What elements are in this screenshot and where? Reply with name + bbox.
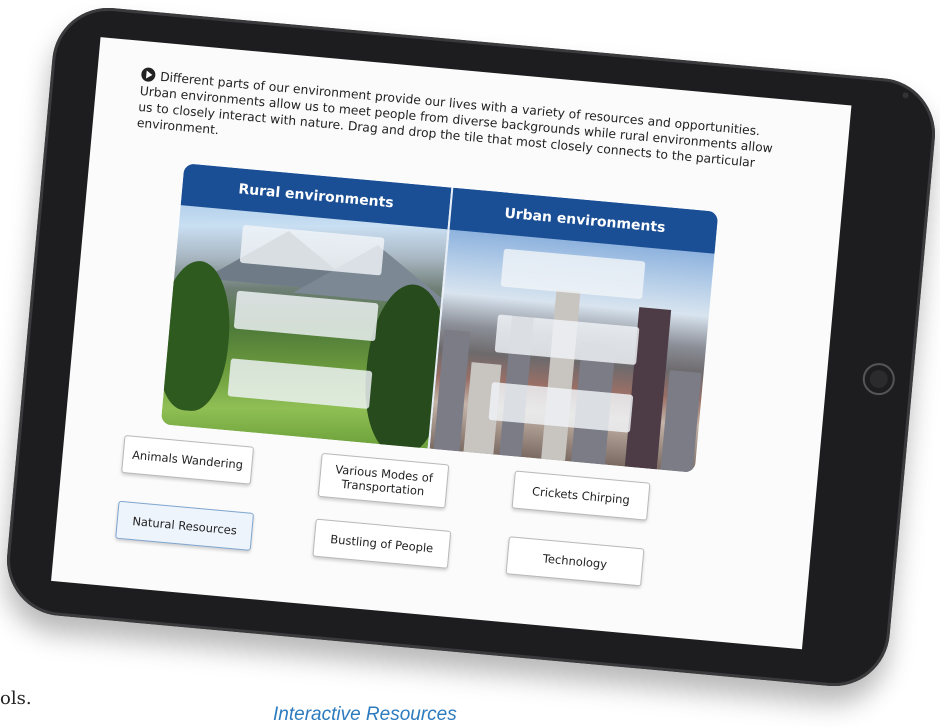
urban-column-header: Urban environments — [449, 187, 719, 254]
rural-column: Rural environments — [160, 163, 458, 458]
tablet-device: Different parts of our environment provi… — [2, 3, 940, 691]
tablet-screen: Different parts of our environment provi… — [51, 37, 852, 650]
instructions-text: Different parts of our environment provi… — [136, 69, 774, 170]
figure-caption: Interactive Resources — [273, 704, 457, 725]
tile-various-modes-of-transportation[interactable]: Various Modes of Transportation — [317, 452, 450, 509]
home-button[interactable] — [861, 361, 897, 397]
tile-technology[interactable]: Technology — [505, 536, 645, 587]
camera-icon — [902, 92, 909, 99]
tree-image — [160, 257, 236, 414]
tile-bustling-of-people[interactable]: Bustling of People — [312, 518, 452, 569]
tablet-bezel: Different parts of our environment provi… — [2, 3, 940, 691]
urban-column: Urban environments — [427, 187, 719, 473]
urban-drop-zone[interactable] — [500, 248, 646, 300]
sorting-board: Rural environments Urban environments — [160, 163, 719, 473]
page-text-fragment: ols. — [0, 688, 32, 709]
tile-crickets-chirping[interactable]: Crickets Chirping — [511, 470, 651, 521]
tile-natural-resources[interactable]: Natural Resources — [115, 500, 255, 551]
tile-animals-wandering[interactable]: Animals Wandering — [121, 434, 255, 485]
play-audio-icon[interactable] — [140, 67, 156, 83]
rural-column-header: Rural environments — [180, 163, 452, 230]
rural-drop-zone[interactable] — [227, 358, 373, 410]
building-image — [660, 370, 702, 473]
